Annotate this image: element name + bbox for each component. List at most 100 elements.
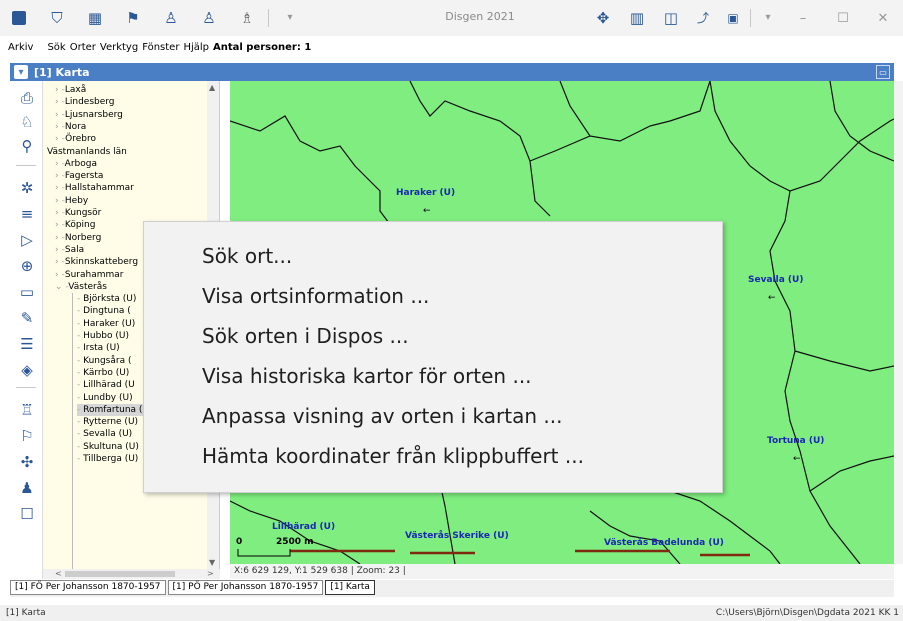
- frame-icon[interactable]: ☐: [15, 503, 39, 525]
- pin-icon[interactable]: ⚐: [15, 425, 39, 447]
- menu-hjalp[interactable]: Hjälp: [183, 42, 209, 53]
- map-label-tortuna[interactable]: Tortuna (U): [767, 436, 824, 446]
- tree-item[interactable]: - Björksta (U): [77, 293, 136, 305]
- search-icon[interactable]: ⚲: [15, 135, 39, 157]
- tree-horizontal-scrollbar[interactable]: < >: [43, 569, 220, 579]
- tool-icon[interactable]: ▣: [722, 7, 744, 29]
- share-icon[interactable]: ⤴: [692, 7, 714, 29]
- person-down-icon[interactable]: ♙: [160, 7, 182, 29]
- window-icon[interactable]: ◫: [660, 7, 682, 29]
- menu-sok[interactable]: Sök: [47, 42, 65, 53]
- tree-item[interactable]: - Rytterne (U): [77, 416, 138, 428]
- disgen-logo-icon[interactable]: [8, 7, 30, 29]
- menu-fonster[interactable]: Fönster: [142, 42, 179, 53]
- place-marker[interactable]: ←: [423, 206, 431, 216]
- tree-item[interactable]: › -Skinnskatteberg: [55, 256, 138, 268]
- tree-item[interactable]: - Dingtuna (: [77, 305, 131, 317]
- tree-item[interactable]: - Haraker (U): [77, 318, 135, 330]
- tree-item[interactable]: - Kungsåra (: [77, 355, 131, 367]
- chevron-right-icon[interactable]: ›: [55, 122, 59, 132]
- menu-verktyg[interactable]: Verktyg: [100, 42, 138, 53]
- tree-item[interactable]: › -Norberg: [55, 232, 101, 244]
- tab-po-per-johansson[interactable]: [1] PÖ Per Johansson 1870-1957: [167, 580, 324, 595]
- person-search-icon[interactable]: ♘: [15, 111, 39, 133]
- tab-fo-per-johansson[interactable]: [1] FÖ Per Johansson 1870-1957: [10, 580, 166, 595]
- chevron-right-icon[interactable]: ›: [55, 159, 59, 169]
- tree-item[interactable]: - Hubbo (U): [77, 330, 129, 342]
- figure-icon[interactable]: ♗: [236, 7, 258, 29]
- menu-item-visa-historiska-kartor[interactable]: Visa historiska kartor för orten ...: [202, 364, 532, 388]
- chevron-right-icon[interactable]: ›: [55, 97, 59, 107]
- map-right-edge[interactable]: [894, 81, 903, 564]
- route-icon[interactable]: ✎: [15, 307, 39, 329]
- map-label-lillharad[interactable]: Lillhärad (U): [272, 522, 335, 532]
- chevron-right-icon[interactable]: ›: [55, 196, 59, 206]
- flag-icon[interactable]: ⚑: [122, 7, 144, 29]
- chevron-right-icon[interactable]: ›: [55, 245, 59, 255]
- menu-item-sok-ort[interactable]: Sök ort...: [202, 244, 292, 268]
- tree-item[interactable]: › -Ljusnarsberg: [55, 109, 123, 121]
- layers-icon[interactable]: ☰: [15, 333, 39, 355]
- tree-item[interactable]: › -Surahammar: [55, 269, 123, 281]
- tree-item[interactable]: - Skultuna (U): [77, 441, 139, 453]
- tree-item[interactable]: Västmanlands län: [47, 146, 127, 158]
- person-pin-icon[interactable]: ♖: [15, 399, 39, 421]
- tree-item[interactable]: › -Heby: [55, 195, 88, 207]
- tree-item[interactable]: › -Lindesberg: [55, 96, 115, 108]
- chevron-right-icon[interactable]: ›: [55, 270, 59, 280]
- ruler-icon[interactable]: ▭: [15, 281, 39, 303]
- scroll-up-icon[interactable]: ▲: [209, 83, 215, 92]
- tree-item[interactable]: › -Laxå: [55, 84, 86, 96]
- menu-item-hamta-koordinater[interactable]: Hämta koordinater från klippbuffert ...: [202, 444, 584, 468]
- tree-item[interactable]: ⌄ -Västerås: [55, 281, 107, 293]
- scroll-down-icon[interactable]: ▼: [209, 558, 215, 567]
- tree-item[interactable]: › -Nora: [55, 121, 86, 133]
- chevron-right-icon[interactable]: ›: [55, 220, 59, 230]
- tree-item[interactable]: - Irsta (U): [77, 342, 120, 354]
- place-marker[interactable]: ←: [768, 293, 776, 303]
- list-icon[interactable]: ≡: [15, 203, 39, 225]
- chevron-down-icon[interactable]: ⌄: [55, 282, 63, 292]
- tree-item[interactable]: - Romfartuna (U): [77, 403, 153, 416]
- tree-item[interactable]: - Tillberga (U): [77, 453, 138, 465]
- calendar-icon[interactable]: ▦: [84, 7, 106, 29]
- chevron-right-icon[interactable]: ›: [55, 110, 59, 120]
- chevron-right-icon[interactable]: ›: [55, 257, 59, 267]
- tree-item[interactable]: - Lillhärad (U: [77, 379, 135, 391]
- minimize-button[interactable]: –: [783, 0, 823, 36]
- menu-item-anpassa-visning[interactable]: Anpassa visning av orten i kartan ...: [202, 404, 562, 428]
- restore-icon[interactable]: ▭: [876, 65, 890, 79]
- menu-item-visa-ortsinformation[interactable]: Visa ortsinformation ...: [202, 284, 429, 308]
- menu-orter[interactable]: Orter: [70, 42, 96, 53]
- chevron-right-icon[interactable]: ›: [55, 171, 59, 181]
- chevron-right-icon[interactable]: ›: [55, 208, 59, 218]
- tree-item[interactable]: › -Fagersta: [55, 170, 103, 182]
- place-marker[interactable]: ←: [793, 454, 801, 464]
- tree-item[interactable]: - Kärrbo (U): [77, 367, 129, 379]
- stamp-icon[interactable]: ♟: [15, 477, 39, 499]
- settings-icon[interactable]: ✲: [15, 177, 39, 199]
- move-icon[interactable]: ✥: [592, 7, 614, 29]
- print-icon[interactable]: ⎙: [15, 87, 39, 109]
- tree-item[interactable]: › -Arboga: [55, 158, 97, 170]
- filter-icon[interactable]: ⛉: [46, 7, 68, 29]
- chevron-right-icon[interactable]: ›: [55, 233, 59, 243]
- tree-item[interactable]: - Sevalla (U): [77, 428, 132, 440]
- maximize-button[interactable]: ☐: [823, 0, 863, 36]
- scroll-thumb[interactable]: [65, 571, 175, 577]
- compass-icon[interactable]: ✣: [15, 451, 39, 473]
- tree-item[interactable]: › -Köping: [55, 219, 95, 231]
- tree-item[interactable]: › -Sala: [55, 244, 84, 256]
- chevron-right-icon[interactable]: ›: [55, 85, 59, 95]
- menu-arkiv[interactable]: Arkiv: [8, 42, 33, 53]
- tree-item[interactable]: - Lundby (U): [77, 392, 133, 404]
- stack-icon[interactable]: ◈: [15, 359, 39, 381]
- grid-icon[interactable]: ▥: [626, 7, 648, 29]
- person-up-icon[interactable]: ♙: [198, 7, 220, 29]
- chevron-right-icon[interactable]: ›: [55, 134, 59, 144]
- chevron-right-icon[interactable]: ›: [55, 183, 59, 193]
- map-label-haraker[interactable]: Haraker (U): [396, 188, 455, 198]
- scroll-right-icon[interactable]: >: [207, 569, 214, 578]
- tree-item[interactable]: › -Örebro: [55, 133, 96, 145]
- chevron-down-icon[interactable]: ▾: [757, 7, 779, 29]
